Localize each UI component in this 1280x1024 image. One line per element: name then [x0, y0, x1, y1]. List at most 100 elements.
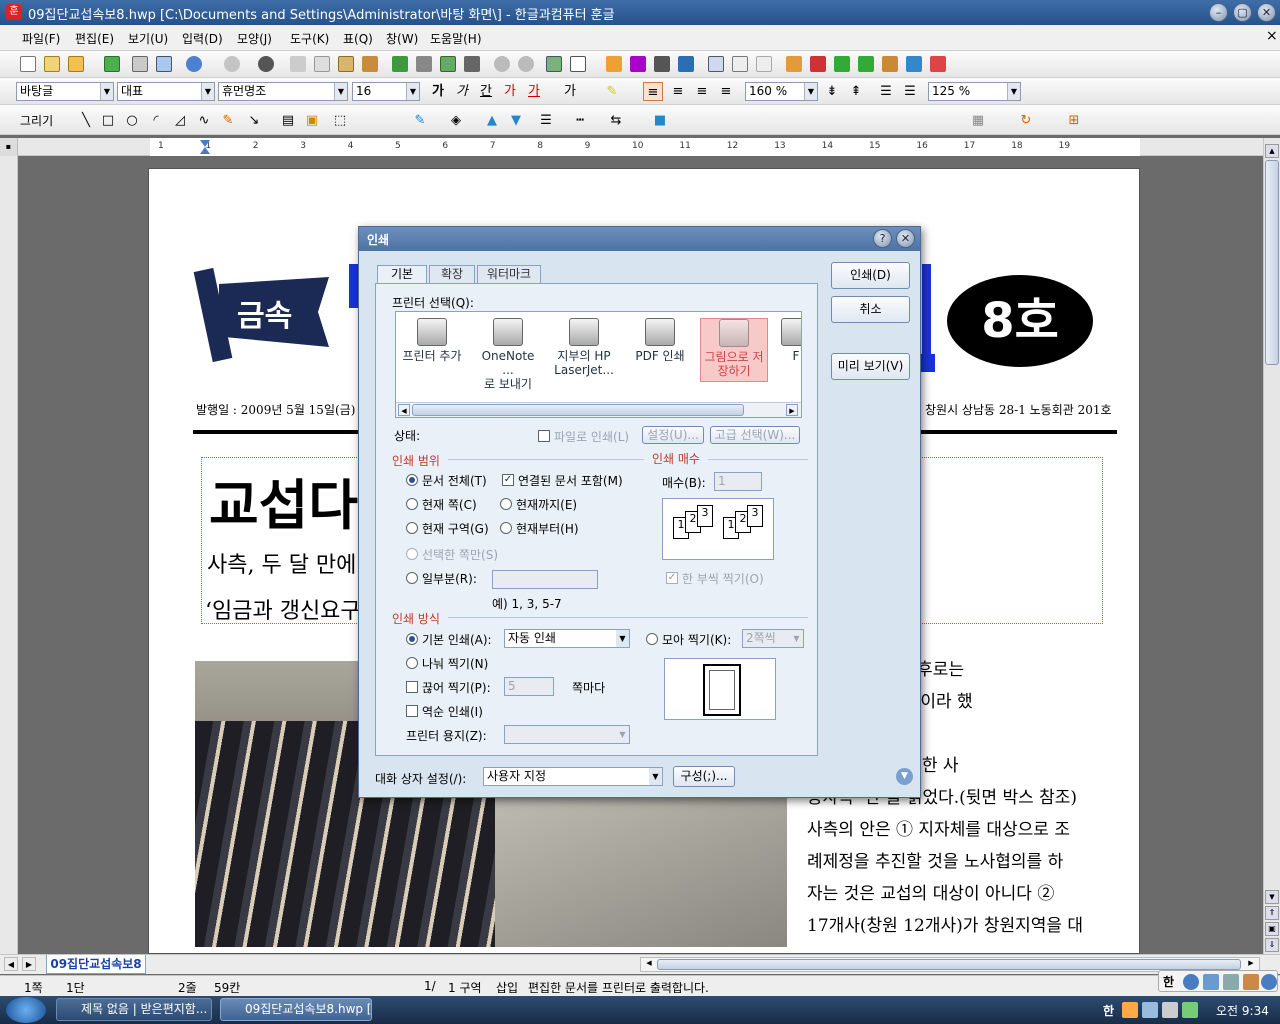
fill-color-icon[interactable]: ◈ — [446, 111, 466, 130]
scroll-thumb[interactable] — [1265, 160, 1279, 365]
ellipse-tool-icon[interactable]: ○ — [122, 111, 142, 130]
line-spacing-combo[interactable]: 160 % ▼ — [745, 82, 818, 101]
font-size-combo[interactable]: 16 ▼ — [352, 82, 420, 101]
copies-input[interactable]: 1 — [714, 472, 762, 491]
group-icon[interactable]: ▦ — [968, 111, 988, 130]
ime-pad-icon[interactable] — [1223, 974, 1239, 990]
rectangle-tool-icon[interactable]: □ — [98, 111, 118, 130]
range-part-radio[interactable] — [406, 572, 418, 584]
page-view-icon[interactable]: ▣ — [1265, 922, 1279, 936]
font-combo[interactable]: 휴먼명조 ▼ — [218, 82, 348, 101]
configure-button[interactable]: 구성(;)... — [673, 766, 735, 787]
curve-tool-icon[interactable]: ∿ — [194, 111, 214, 130]
range-to-current-radio[interactable] — [500, 498, 512, 510]
include-linked-checkbox[interactable]: ✓ — [502, 474, 514, 486]
superscript-button[interactable]: 가 — [500, 82, 520, 101]
doc-tab-active[interactable]: 09집단교섭속보8 — [46, 955, 146, 974]
calendar-icon[interactable] — [930, 56, 946, 72]
increase-spacing-button[interactable]: ⇞ — [846, 82, 866, 101]
vertical-scrollbar[interactable]: ▲ ▼ ⇑ ▣ ⇓ — [1263, 138, 1280, 954]
print-icon[interactable] — [132, 56, 148, 72]
send-back-icon[interactable]: ▼ — [506, 111, 526, 130]
pen-tool-icon[interactable]: ✎ — [218, 111, 238, 130]
printer-item-more[interactable]: F — [776, 318, 801, 382]
print-button[interactable]: 인쇄(D) — [831, 262, 910, 289]
tray-volume-icon[interactable] — [1122, 1002, 1138, 1018]
chevron-down-icon[interactable]: ▼ — [1007, 83, 1020, 100]
clock[interactable]: 오전 9:34 — [1216, 1002, 1269, 1019]
method-cut-input[interactable]: 5 — [504, 677, 554, 696]
textbox-tool-icon[interactable]: ▤ — [278, 111, 298, 130]
preview-icon[interactable] — [156, 56, 172, 72]
paste-icon[interactable] — [338, 56, 354, 72]
align-left-button[interactable]: ≡ — [668, 82, 688, 101]
link-icon[interactable] — [494, 56, 510, 72]
next-page-icon[interactable]: ⇓ — [1265, 938, 1279, 952]
printer-item-pdf[interactable]: PDF 인쇄 — [626, 318, 694, 382]
ime-help-icon[interactable] — [1243, 974, 1259, 990]
align-justify-button[interactable]: ≡ — [643, 82, 663, 101]
preview-button[interactable]: 미리 보기(V) — [831, 353, 910, 380]
status-mode[interactable]: 삽입 — [496, 979, 518, 996]
ime-toolbar[interactable]: 한 — [1158, 970, 1278, 992]
chevron-down-icon[interactable]: ▼ — [616, 630, 629, 647]
scroll-left-arrow[interactable]: ◀ — [398, 404, 410, 416]
scroll-thumb[interactable] — [412, 404, 744, 416]
printer-item-onenote[interactable]: OneNote ... 로 보내기 — [474, 318, 542, 391]
align-objects-icon[interactable]: ⊞ — [1064, 111, 1084, 130]
printer-item-add[interactable]: 프린터 추가 — [398, 318, 466, 382]
range-all-radio[interactable] — [406, 474, 418, 486]
cancel-button[interactable]: 취소 — [831, 296, 910, 323]
memo-icon[interactable] — [810, 56, 826, 72]
tab-watermark[interactable]: 워터마크 — [477, 265, 541, 284]
unlink-icon[interactable] — [518, 56, 534, 72]
formula-icon[interactable] — [654, 56, 670, 72]
redo-icon[interactable] — [224, 56, 240, 72]
printer-paper-select[interactable]: ▼ — [504, 725, 630, 744]
printer-list-scrollbar[interactable]: ◀ ▶ — [396, 402, 801, 417]
scroll-down-arrow[interactable]: ▼ — [1265, 890, 1279, 904]
copy-icon[interactable] — [314, 56, 330, 72]
arc-tool-icon[interactable]: ◜ — [146, 111, 166, 130]
start-button[interactable] — [6, 997, 46, 1023]
frame-icon[interactable] — [756, 56, 772, 72]
recent-folder-icon[interactable] — [68, 56, 84, 72]
chevron-down-icon[interactable]: ▼ — [804, 83, 817, 100]
ime-mode[interactable]: 한 — [1163, 973, 1174, 990]
tab-extended[interactable]: 확장 — [429, 265, 475, 284]
dash-style-icon[interactable]: ┅ — [570, 111, 590, 130]
align-center-button[interactable]: ≡ — [692, 82, 712, 101]
connector-tool-icon[interactable]: ↘ — [244, 111, 264, 130]
tray-ime[interactable]: 한 — [1103, 1002, 1114, 1019]
prev-page-icon[interactable]: ⇑ — [1265, 906, 1279, 920]
cut-icon[interactable] — [290, 56, 306, 72]
outline-icon[interactable] — [464, 56, 480, 72]
bookmark-icon[interactable] — [786, 56, 802, 72]
help-icon[interactable]: ? — [873, 229, 892, 248]
close-doc-icon[interactable]: × — [1266, 28, 1278, 44]
collate-checkbox[interactable]: ✓ — [666, 572, 678, 584]
new-doc-icon[interactable] — [20, 56, 36, 72]
chevron-down-icon[interactable]: ▼ — [334, 83, 347, 100]
bullets-button[interactable]: ☰ — [900, 82, 920, 101]
range-current-section-radio[interactable] — [406, 522, 418, 534]
menu-file[interactable]: 파일(F) — [22, 30, 60, 47]
dialog-close-icon[interactable]: ✕ — [896, 229, 915, 248]
scroll-up-arrow[interactable]: ▲ — [1265, 144, 1279, 158]
save-icon[interactable] — [104, 56, 120, 72]
chevron-down-icon[interactable]: ▼ — [616, 726, 629, 743]
horizontal-ruler[interactable]: ▪ 1 1 2 3 4 5 6 7 8 9 10 11 12 13 14 15 16 17 18 19 — [0, 138, 1280, 156]
chevron-down-icon[interactable]: ▼ — [790, 630, 803, 647]
style-icon[interactable] — [392, 56, 408, 72]
printer-item-image[interactable]: 그림으로 저 장하기 — [700, 318, 768, 382]
font-lang-combo[interactable]: 대표 ▼ — [117, 82, 215, 101]
taskbar-item-mail[interactable]: 제목 없음 | 받은편지함... — [56, 998, 212, 1021]
ime-hanja-icon[interactable] — [1183, 974, 1199, 990]
range-part-input[interactable] — [492, 570, 598, 589]
dialog-settings-select[interactable]: 사용자 지정 ▼ — [483, 767, 663, 786]
undo-icon[interactable] — [186, 56, 202, 72]
tray-app-icon[interactable] — [1182, 1002, 1198, 1018]
columns-icon[interactable] — [440, 56, 456, 72]
advanced-options-button[interactable]: 고급 선택(W)... — [710, 426, 800, 444]
numbering-button[interactable]: ☰ — [876, 82, 896, 101]
